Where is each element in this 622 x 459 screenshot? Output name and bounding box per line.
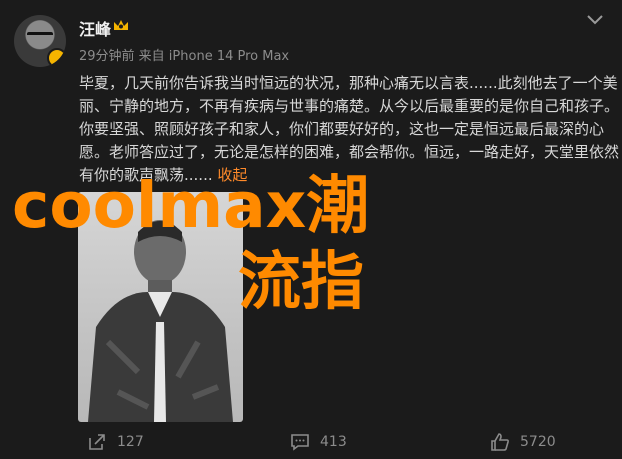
- comment-button[interactable]: 413: [290, 432, 347, 452]
- avatar-glasses: [27, 32, 53, 41]
- repost-count: 127: [117, 434, 144, 450]
- like-count: 5720: [520, 434, 556, 450]
- thumbs-up-icon: [491, 433, 509, 451]
- comment-icon: [291, 434, 309, 451]
- repost-button[interactable]: 127: [87, 432, 144, 452]
- comment-count: 413: [320, 434, 347, 450]
- user-name[interactable]: 汪峰: [79, 16, 111, 40]
- chevron-down-icon[interactable]: [584, 10, 606, 28]
- avatar[interactable]: [14, 15, 66, 67]
- crown-icon: [114, 20, 128, 30]
- post-meta: 29分钟前 来自 iPhone 14 Pro Max: [79, 49, 290, 64]
- like-button[interactable]: 5720: [490, 432, 556, 452]
- overlay-watermark: coolmax潮 流指: [12, 168, 369, 320]
- verified-badge-icon: [47, 48, 66, 67]
- overlay-line2: 流指: [238, 245, 364, 318]
- overlay-line1: coolmax潮: [12, 169, 370, 242]
- share-icon: [89, 434, 105, 450]
